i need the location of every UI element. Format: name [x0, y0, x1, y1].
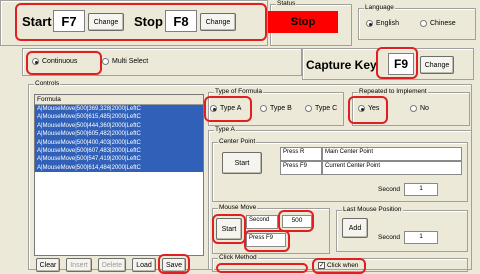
second-value-highlight: [278, 210, 314, 232]
formula-list-header: Formula: [35, 95, 203, 105]
save-highlight: [158, 254, 190, 274]
capture-key-label: Capture Key: [306, 58, 377, 72]
continuous-highlight: [26, 51, 102, 75]
formula-list[interactable]: Formula A|MouseMove|500|369,328|2000|Lef…: [34, 94, 204, 256]
repeated-legend: Repeated to Implement: [358, 88, 428, 95]
language-legend: Language: [364, 4, 395, 11]
click-method-legend: Click Method: [218, 254, 258, 261]
center-second-label: Second: [378, 186, 401, 193]
last-second-label: Second: [378, 234, 401, 241]
chinese-label: Chinese: [430, 20, 456, 27]
type-b-label: Type B: [270, 105, 292, 112]
press-r-cell: Press R: [280, 147, 322, 161]
formula-type-legend: Type of Formula: [214, 88, 263, 95]
english-label: English: [376, 20, 399, 27]
radio-dot: [260, 105, 267, 112]
last-second-input[interactable]: 1: [404, 231, 438, 244]
type-a-legend: Type A: [214, 126, 236, 133]
list-item[interactable]: A|MouseMove|500|547,419|2000|LeftC: [35, 155, 203, 163]
main-center-point-cell: Main Center Point: [322, 147, 462, 161]
capture-change-button[interactable]: Change: [420, 56, 454, 74]
language-chinese-radio[interactable]: Chinese: [420, 20, 456, 27]
last-position-legend: Last Mouse Position: [342, 206, 403, 213]
hotkey-highlight: [15, 3, 267, 41]
capture-highlight: [376, 47, 418, 79]
radio-dot: [102, 58, 109, 65]
radio-dot: [420, 20, 427, 27]
press-f9-cell: Press F9: [280, 161, 322, 175]
formula-list-body: A|MouseMove|500|369,328|2000|LeftC A|Mou…: [35, 105, 203, 173]
status-legend: Status: [276, 0, 297, 7]
controls-legend: Controls: [34, 80, 61, 87]
status-indicator: Stop: [268, 11, 338, 33]
center-point-start-button[interactable]: Start: [222, 152, 262, 174]
list-item[interactable]: A|MouseMove|500|400,403|2000|LeftC: [35, 139, 203, 147]
press-f9-highlight: [244, 230, 290, 252]
list-item[interactable]: A|MouseMove|500|369,328|2000|LeftC: [35, 105, 203, 113]
yes-highlight: [348, 96, 388, 124]
mouse-move-second-label: Second: [246, 215, 278, 229]
current-center-point-cell: Current Center Point: [322, 161, 462, 175]
list-item[interactable]: A|MouseMove|500|607,483|2000|LeftC: [35, 147, 203, 155]
radio-dot: [366, 20, 373, 27]
type-c-label: Type C: [315, 105, 338, 112]
type-b-radio[interactable]: Type B: [260, 105, 292, 112]
list-item[interactable]: A|MouseMove|500|614,484|2000|LeftC: [35, 164, 203, 172]
no-label: No: [420, 105, 429, 112]
repeated-no-radio[interactable]: No: [410, 105, 429, 112]
type-a-highlight: [204, 96, 252, 122]
list-item[interactable]: A|MouseMove|500|444,360|2000|LeftC: [35, 122, 203, 130]
multi-select-label: Multi Select: [112, 58, 149, 65]
list-item[interactable]: A|MouseMove|500|605,482|2000|LeftC: [35, 130, 203, 138]
mouse-move-legend: Mouse Move: [218, 204, 258, 211]
radio-dot: [410, 105, 417, 112]
center-point-legend: Center Point: [218, 138, 257, 145]
center-second-input[interactable]: 1: [404, 183, 438, 196]
mouse-move-start-highlight: [212, 214, 246, 244]
click-method-highlight: [216, 263, 308, 273]
list-item[interactable]: A|MouseMove|500|615,485|2000|LeftC: [35, 113, 203, 121]
multi-select-radio[interactable]: Multi Select: [102, 58, 148, 65]
radio-dot: [305, 105, 312, 112]
language-english-radio[interactable]: English: [366, 20, 399, 27]
click-when-highlight: [312, 258, 366, 274]
add-button[interactable]: Add: [342, 218, 368, 238]
type-c-radio[interactable]: Type C: [305, 105, 337, 112]
